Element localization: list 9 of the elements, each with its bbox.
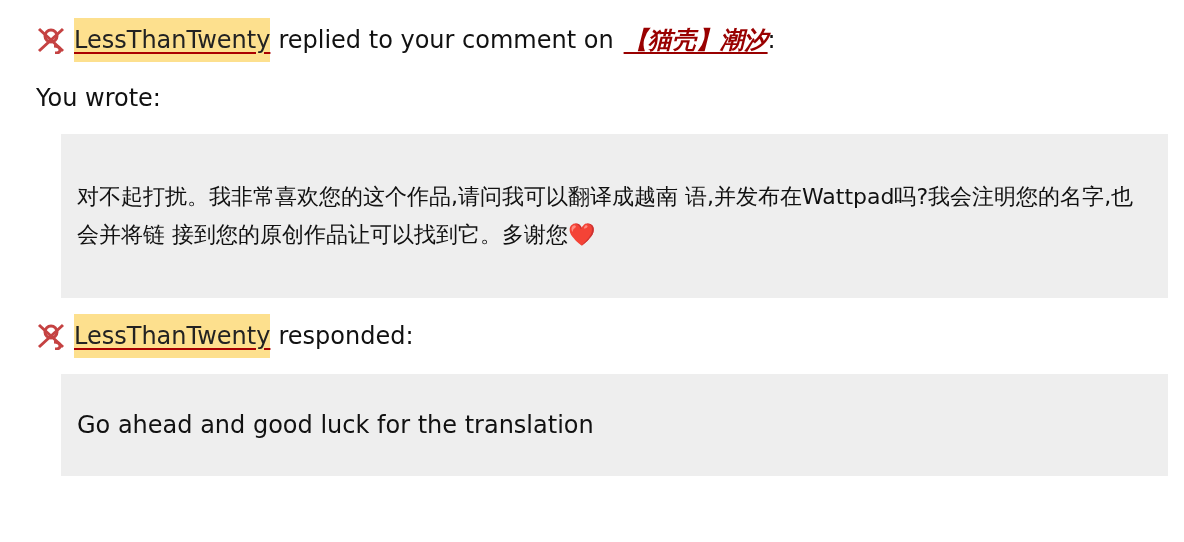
notification-text: responded: — [278, 321, 414, 352]
quoted-comment: 对不起打扰。我非常喜欢您的这个作品,请问我可以翻译成越南 语,并发布在Wattpad吗?我会注明您的名字,也会并将链 接到您的原创作品让可以找到它。多谢您❤ — [61, 134, 1168, 298]
username-link[interactable]: LessThanTwenty — [74, 18, 271, 62]
response-comment: Go ahead and good luck for the translation — [61, 374, 1168, 476]
notification-text: replied to your comment on — [278, 25, 614, 56]
user-icon — [36, 26, 66, 54]
username-link[interactable]: LessThanTwenty — [74, 314, 271, 358]
you-wrote-label: You wrote: — [36, 83, 162, 114]
user-icon — [36, 322, 66, 350]
